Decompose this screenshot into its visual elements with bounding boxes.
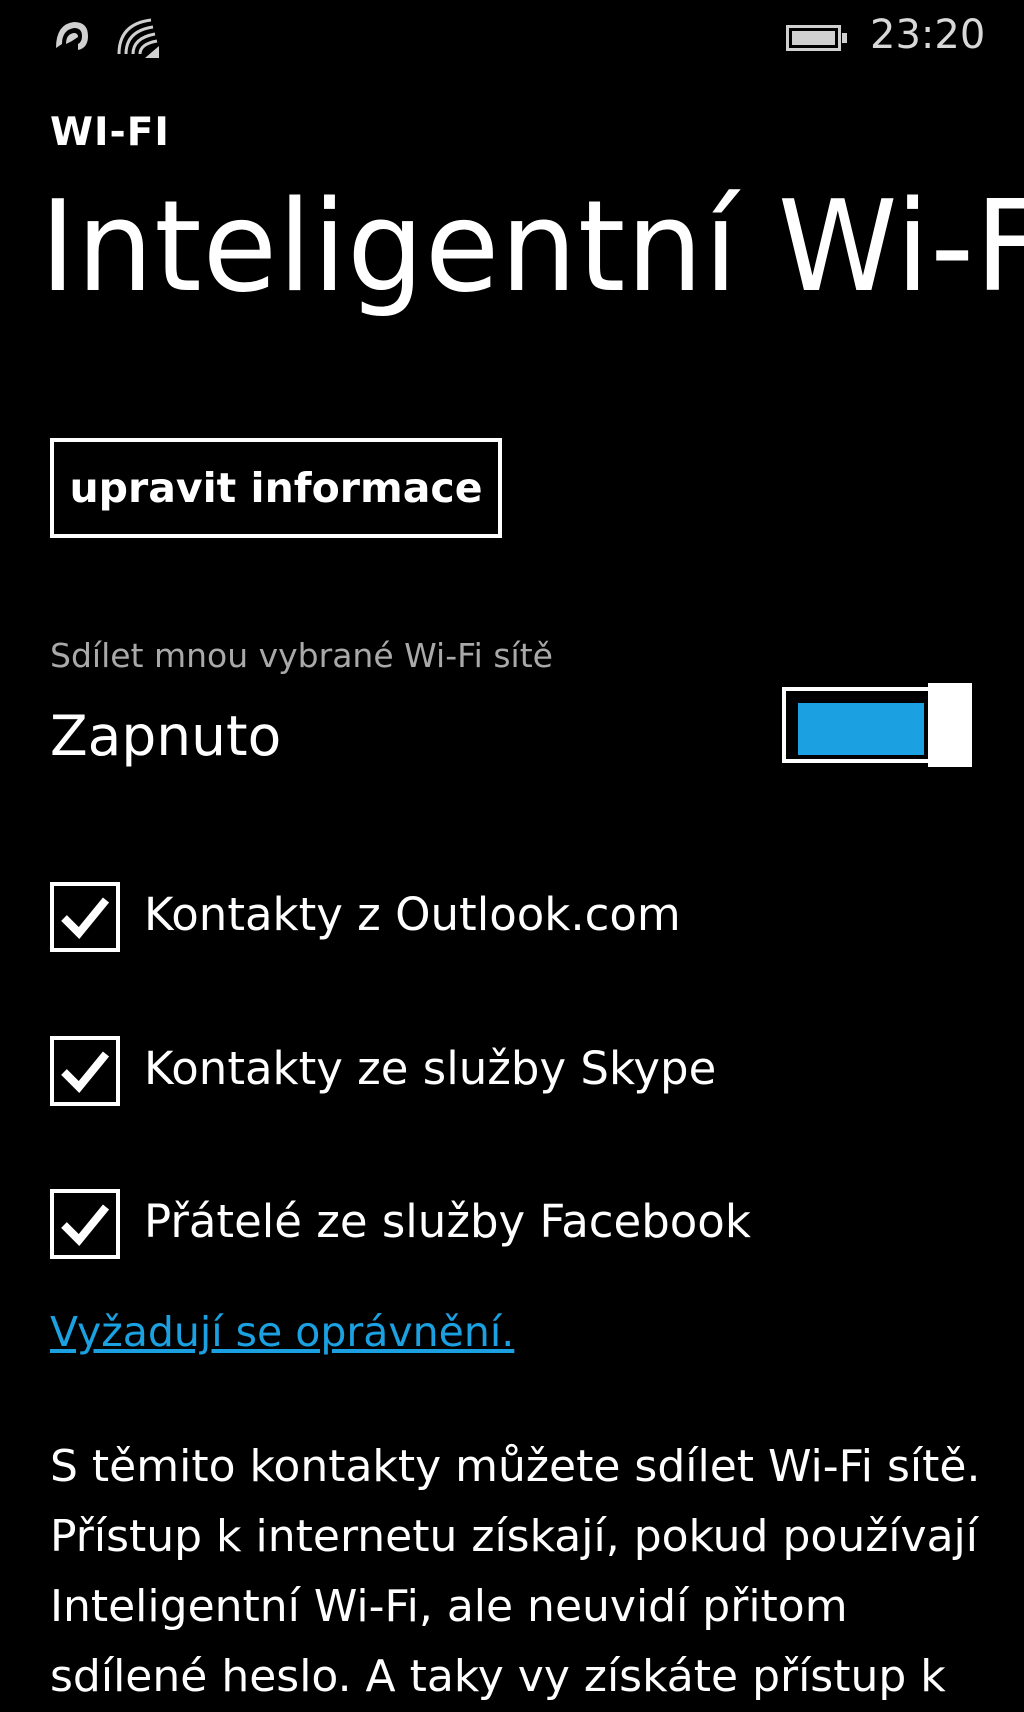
permissions-required-link[interactable]: Vyžadují se oprávnění.	[50, 1308, 514, 1356]
app-title: WI-FI	[50, 110, 170, 155]
sharing-state-value: Zapnuto	[50, 704, 282, 768]
checkmark-icon	[61, 897, 110, 939]
toggle-thumb[interactable]	[928, 683, 972, 767]
checkmark-icon	[61, 1051, 110, 1093]
facebook-friends-checkbox[interactable]	[50, 1189, 120, 1259]
page-title: Inteligentní Wi-Fi	[40, 173, 1024, 320]
skype-contacts-label: Kontakty ze služby Skype	[144, 1042, 717, 1095]
outlook-contacts-checkbox[interactable]	[50, 882, 120, 952]
outlook-contacts-label: Kontakty z Outlook.com	[144, 888, 681, 941]
checkmark-icon	[61, 1204, 110, 1246]
toggle-fill	[798, 703, 924, 755]
edit-info-button[interactable]: upravit informace	[50, 438, 502, 538]
cellular-signal-icon	[56, 22, 88, 50]
sharing-description: S těmito kontakty můžete sdílet Wi-Fi sí…	[50, 1441, 981, 1702]
wifi-icon	[117, 18, 159, 58]
sharing-toggle[interactable]	[782, 683, 972, 767]
status-bar: 23:20	[0, 0, 1024, 80]
facebook-friends-label: Přátelé ze služby Facebook	[144, 1195, 751, 1248]
toggle-track	[782, 687, 932, 763]
skype-contacts-checkbox[interactable]	[50, 1036, 120, 1106]
status-time: 23:20	[870, 12, 986, 58]
battery-icon	[786, 25, 847, 51]
sharing-setting-label: Sdílet mnou vybrané Wi-Fi sítě	[50, 636, 553, 675]
